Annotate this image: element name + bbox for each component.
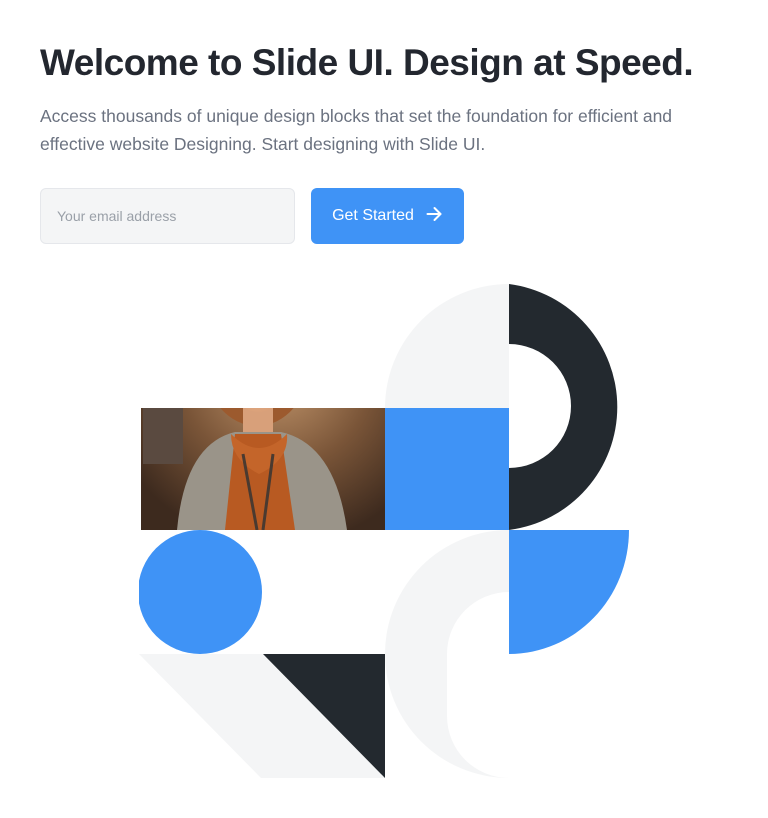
hero-section: Welcome to Slide UI. Design at Speed. Ac… [40,40,740,158]
avatar [141,408,385,530]
arrow-right-icon [425,205,443,228]
hero-illustration [139,284,629,778]
get-started-button[interactable]: Get Started [311,188,464,244]
signup-form: Get Started [40,188,464,244]
blue-quarter-shape [509,530,629,654]
email-input[interactable] [40,188,295,244]
gray-arc-shape [385,530,509,778]
blue-square-shape [385,408,509,530]
dark-arc-shape [509,284,618,530]
page-title: Welcome to Slide UI. Design at Speed. [40,42,694,83]
blue-circle-shape [139,530,262,654]
page-subtitle: Access thousands of unique design blocks… [40,106,673,154]
gray-quarter-shape-top [385,284,509,408]
get-started-label: Get Started [332,207,414,224]
